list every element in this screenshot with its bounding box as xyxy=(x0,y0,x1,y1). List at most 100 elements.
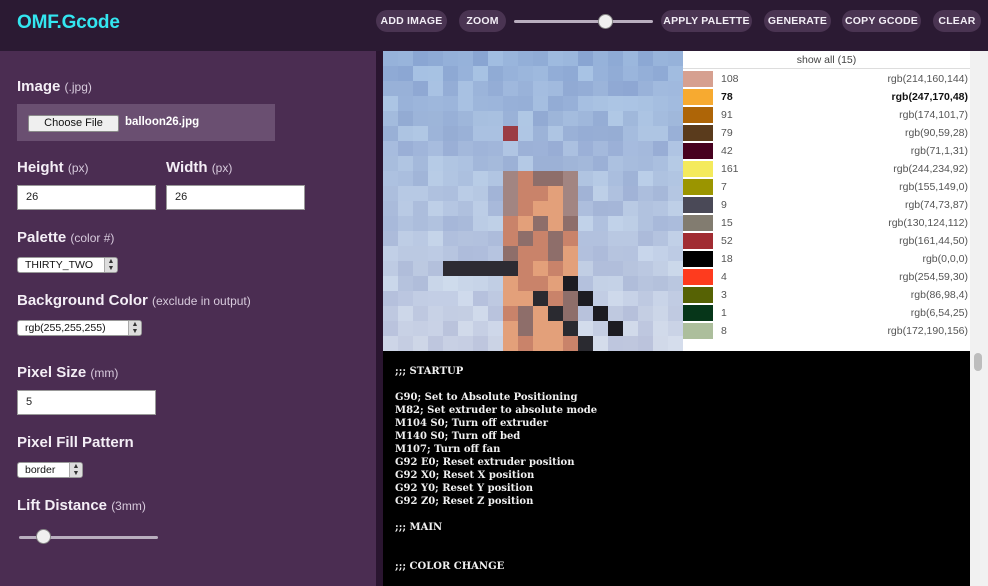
image-pixel xyxy=(518,246,533,261)
gcode-line: ;;; COLOR CHANGE xyxy=(395,561,505,572)
image-pixel xyxy=(458,51,473,66)
image-pixel xyxy=(473,336,488,351)
pixel-count: 91 xyxy=(721,109,733,121)
image-pixel xyxy=(458,216,473,231)
image-pixel xyxy=(428,246,443,261)
image-pixel xyxy=(593,246,608,261)
width-input[interactable]: 26 xyxy=(166,185,305,210)
image-pixel xyxy=(668,51,683,66)
image-pixel xyxy=(458,276,473,291)
palette-row[interactable]: 161 rgb(244,234,92) xyxy=(683,160,970,178)
image-pixel xyxy=(563,186,578,201)
pixel-size-input[interactable]: 5 xyxy=(17,390,156,415)
image-pixel xyxy=(578,51,593,66)
zoom-slider-track[interactable] xyxy=(514,20,653,23)
palette-row[interactable]: 18 rgb(0,0,0) xyxy=(683,250,970,268)
scrollbar-thumb[interactable] xyxy=(974,353,982,371)
palette-select[interactable]: THIRTY_TWO ▲ ▼ xyxy=(17,257,118,273)
image-pixel xyxy=(488,186,503,201)
palette-row[interactable]: 1 rgb(6,54,25) xyxy=(683,304,970,322)
image-pixel xyxy=(518,66,533,81)
image-pixel xyxy=(623,111,638,126)
palette-row[interactable]: 8 rgb(172,190,156) xyxy=(683,322,970,340)
image-pixel xyxy=(413,96,428,111)
select-arrows-icon: ▲ ▼ xyxy=(69,463,82,477)
image-pixel xyxy=(443,321,458,336)
palette-row[interactable]: 79 rgb(90,59,28) xyxy=(683,124,970,142)
zoom-slider-thumb[interactable] xyxy=(597,14,613,29)
image-pixel xyxy=(533,81,548,96)
image-pixel xyxy=(638,246,653,261)
image-pixel xyxy=(383,231,398,246)
show-all-link[interactable]: show all (15) xyxy=(683,51,970,69)
image-pixel xyxy=(608,231,623,246)
image-pixel xyxy=(413,126,428,141)
zoom-button[interactable]: ZOOM xyxy=(459,10,506,32)
image-pixel xyxy=(653,51,668,66)
palette-row[interactable]: 3 rgb(86,98,4) xyxy=(683,286,970,304)
image-pixel xyxy=(653,171,668,186)
image-pixel xyxy=(593,291,608,306)
image-pixel xyxy=(413,276,428,291)
app-title: OMF.Gcode xyxy=(17,12,120,33)
palette-row[interactable]: 78 rgb(247,170,48) xyxy=(683,88,970,106)
image-pixel xyxy=(473,51,488,66)
image-pixel xyxy=(473,261,488,276)
gcode-line: G92 Z0; Reset Z position xyxy=(395,496,534,507)
palette-row[interactable]: 4 rgb(254,59,30) xyxy=(683,268,970,286)
color-swatch xyxy=(683,71,713,87)
image-pixel xyxy=(428,141,443,156)
color-swatch xyxy=(683,305,713,321)
gcode-output[interactable]: ;;; STARTUP G90; Set to Absolute Position… xyxy=(383,351,970,586)
gcode-line: G92 E0; Reset extruder position xyxy=(395,457,575,468)
rgb-value: rgb(254,59,30) xyxy=(899,271,968,283)
background-color-label: Background Color (exclude in output) xyxy=(17,292,251,309)
image-pixel xyxy=(428,321,443,336)
image-pixel xyxy=(623,96,638,111)
apply-palette-button[interactable]: APPLY PALETTE xyxy=(661,10,752,32)
add-image-button[interactable]: ADD IMAGE xyxy=(376,10,447,32)
image-pixel xyxy=(398,126,413,141)
palette-row[interactable]: 7 rgb(155,149,0) xyxy=(683,178,970,196)
image-pixel xyxy=(413,111,428,126)
image-pixel xyxy=(608,306,623,321)
palette-row[interactable]: 108 rgb(214,160,144) xyxy=(683,70,970,88)
color-swatch xyxy=(683,107,713,123)
image-pixel xyxy=(578,246,593,261)
image-pixel xyxy=(578,336,593,351)
choose-file-button[interactable]: Choose File xyxy=(28,115,119,132)
image-pixel xyxy=(563,66,578,81)
image-pixel xyxy=(548,201,563,216)
height-input[interactable]: 26 xyxy=(17,185,156,210)
palette-row[interactable]: 52 rgb(161,44,50) xyxy=(683,232,970,250)
lift-distance-slider-thumb[interactable] xyxy=(36,529,52,544)
image-pixel xyxy=(488,171,503,186)
image-pixel xyxy=(488,201,503,216)
image-pixel xyxy=(428,186,443,201)
background-color-select[interactable]: rgb(255,255,255) ▲ ▼ xyxy=(17,320,142,336)
image-pixel xyxy=(668,171,683,186)
settings-sidebar: Image (.jpg) Choose File balloon26.jpg H… xyxy=(0,51,376,586)
palette-row[interactable]: 15 rgb(130,124,112) xyxy=(683,214,970,232)
image-pixel xyxy=(668,246,683,261)
clear-button[interactable]: CLEAR xyxy=(933,10,981,32)
image-pixel xyxy=(383,111,398,126)
copy-gcode-button[interactable]: COPY GCODE xyxy=(842,10,921,32)
rgb-value: rgb(155,149,0) xyxy=(899,181,968,193)
image-pixel xyxy=(668,141,683,156)
palette-row[interactable]: 91 rgb(174,101,7) xyxy=(683,106,970,124)
image-pixel xyxy=(638,156,653,171)
gcode-line: M140 S0; Turn off bed xyxy=(395,431,521,442)
image-pixel xyxy=(458,261,473,276)
generate-button[interactable]: GENERATE xyxy=(764,10,831,32)
image-pixel xyxy=(488,81,503,96)
palette-row[interactable]: 42 rgb(71,1,31) xyxy=(683,142,970,160)
pixel-grid xyxy=(383,51,683,351)
palette-row[interactable]: 9 rgb(74,73,87) xyxy=(683,196,970,214)
image-pixel xyxy=(653,126,668,141)
pixel-fill-pattern-select[interactable]: border ▲ ▼ xyxy=(17,462,83,478)
pixel-size-label: Pixel Size (mm) xyxy=(17,364,119,381)
image-pixel xyxy=(518,156,533,171)
page-scrollbar[interactable] xyxy=(970,51,988,586)
image-pixel xyxy=(458,141,473,156)
